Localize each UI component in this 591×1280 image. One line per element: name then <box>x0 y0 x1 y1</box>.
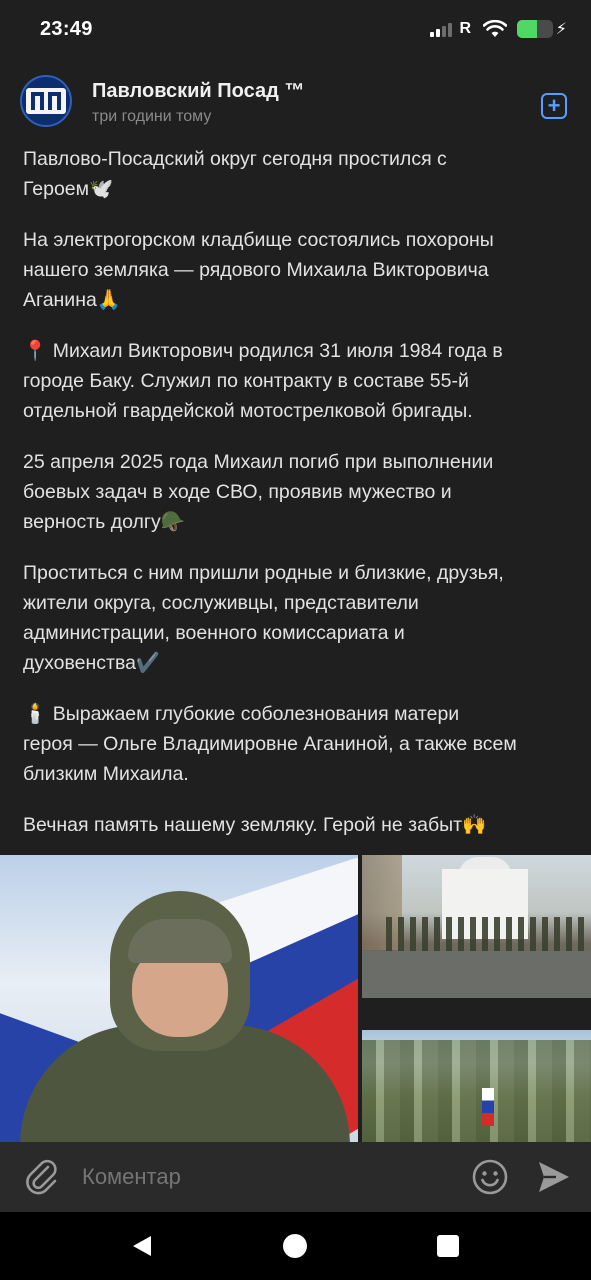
channel-avatar[interactable] <box>20 75 72 127</box>
photo-gallery <box>0 855 591 1142</box>
network-roaming-label: R <box>459 20 471 37</box>
home-icon[interactable] <box>283 1234 307 1258</box>
recent-apps-icon[interactable] <box>437 1235 459 1257</box>
post-paragraph: На электрогорском кладбище состоялись по… <box>23 229 494 311</box>
photo-funeral-ceremony[interactable] <box>362 855 591 998</box>
comment-bar <box>0 1142 591 1212</box>
post-time: три години тому <box>92 108 212 125</box>
status-bar: 23:49 R ⚡ <box>0 0 591 58</box>
cell-signal-icon <box>430 21 453 37</box>
paperclip-icon[interactable] <box>24 1158 60 1196</box>
post-paragraph: Павлово-Посадский округ сегодня простилс… <box>23 148 447 200</box>
channel-logo <box>26 88 66 114</box>
post-paragraph: 🕯️ Выражаем глубокие соболезнования мате… <box>23 703 517 785</box>
system-nav-bar <box>0 1212 591 1280</box>
post-paragraph: Проститься с ним пришли родные и близкие… <box>23 562 504 674</box>
comment-input[interactable] <box>82 1162 442 1192</box>
send-icon[interactable] <box>536 1158 572 1196</box>
post-header: Павловский Посад ™ три години тому + <box>0 72 591 136</box>
emoji-icon[interactable] <box>471 1158 509 1196</box>
plus-icon: + <box>547 93 561 118</box>
photo-soldier-portrait[interactable] <box>0 855 358 1142</box>
status-time: 23:49 <box>40 17 93 40</box>
channel-name[interactable]: Павловский Посад ™ <box>92 80 304 103</box>
battery-icon: ⚡ <box>517 20 567 38</box>
post-paragraph: Вечная память нашему земляку. Герой не з… <box>23 814 487 836</box>
add-button[interactable]: + <box>541 93 567 119</box>
photo-cemetery[interactable] <box>362 1030 591 1142</box>
post-paragraph: 📍 Михаил Викторович родился 31 июля 1984… <box>23 340 503 422</box>
post-text: Павлово-Посадский округ сегодня простилс… <box>23 144 571 861</box>
post-paragraph: 25 апреля 2025 года Михаил погиб при вып… <box>23 451 494 533</box>
back-icon[interactable] <box>130 1234 154 1258</box>
charging-icon: ⚡ <box>555 21 567 38</box>
wifi-icon <box>483 20 507 37</box>
status-icons: R ⚡ <box>430 20 567 38</box>
